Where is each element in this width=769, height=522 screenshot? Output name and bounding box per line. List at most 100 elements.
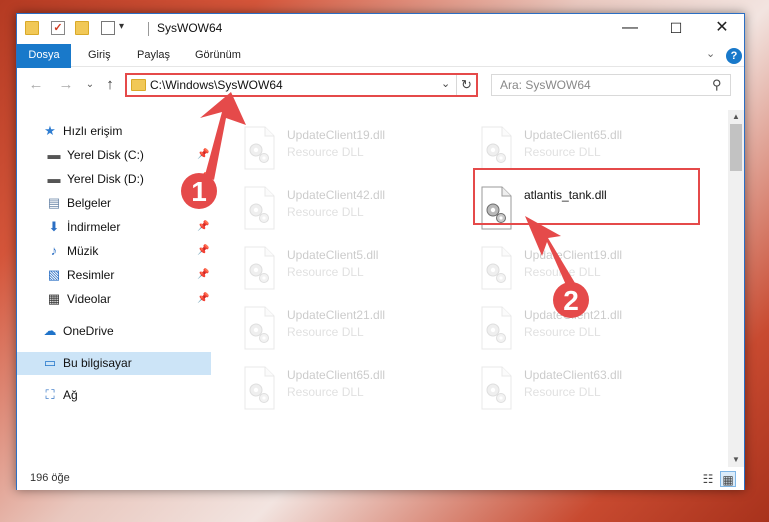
sidebar-item[interactable]: ♪ Müzik 📌 <box>17 240 211 263</box>
minimize-button[interactable]: — <box>607 14 653 44</box>
sidebar-item-icon: ▭ <box>43 355 57 370</box>
file-item[interactable]: UpdateClient5.dll Resource DLL <box>241 244 471 294</box>
sidebar-item-label: Resimler <box>67 268 115 282</box>
title-bar: ✓ ▾ SysWOW64 — ☐ ✕ <box>17 14 744 44</box>
sidebar-item[interactable]: ▬ Yerel Disk (C:) 📌 <box>17 144 211 167</box>
customize-toolbar-icon[interactable] <box>101 21 115 35</box>
sidebar-item[interactable]: ▬ Yerel Disk (D:) 📌 <box>17 168 211 191</box>
tab-share[interactable]: Paylaş <box>137 44 170 67</box>
sidebar-item[interactable]: ▤ Belgeler 📌 <box>17 192 211 215</box>
tab-home[interactable]: Giriş <box>88 44 111 67</box>
properties-check-icon[interactable]: ✓ <box>51 21 65 35</box>
file-type: Resource DLL <box>287 385 364 399</box>
address-path[interactable]: C:\Windows\SysWOW64 <box>150 78 283 92</box>
forward-button[interactable]: → <box>57 76 75 94</box>
search-input[interactable]: Ara: SysWOW64 ⚲ <box>491 74 731 96</box>
sidebar-item[interactable]: ▭ Bu bilgisayar <box>17 352 211 375</box>
recent-locations-icon[interactable]: ⌄ <box>81 76 99 94</box>
pin-icon[interactable]: 📌 <box>197 293 209 304</box>
details-view-icon[interactable]: ☷ <box>700 471 716 487</box>
file-type: Resource DLL <box>287 265 364 279</box>
back-button[interactable]: ← <box>27 76 45 94</box>
file-name: UpdateClient63.dll <box>524 368 623 382</box>
file-type: Resource DLL <box>524 265 601 279</box>
help-button[interactable]: ? <box>726 48 742 64</box>
folder-icon <box>131 79 146 91</box>
scroll-thumb[interactable] <box>730 124 742 171</box>
ribbon-tabs: Dosya Giriş Paylaş Görünüm ⌄ ? <box>17 44 744 94</box>
pin-icon[interactable]: 📌 <box>197 173 209 184</box>
scroll-up-icon[interactable]: ▲ <box>728 110 744 124</box>
sidebar-item[interactable]: ▧ Resimler 📌 <box>17 264 211 287</box>
file-type: Resource DLL <box>524 145 601 159</box>
title-separator <box>148 22 149 36</box>
sidebar-item[interactable]: ▦ Videolar 📌 <box>17 288 211 311</box>
file-type: Resource DLL <box>287 325 364 339</box>
dll-file-icon <box>481 246 512 290</box>
explorer-window: ✓ ▾ SysWOW64 — ☐ ✕ Dosya Giriş Paylaş Gö… <box>16 13 745 490</box>
search-icon[interactable]: ⚲ <box>712 77 722 93</box>
dll-file-icon <box>244 126 275 170</box>
sidebar-item-icon: ☁ <box>43 323 57 338</box>
sidebar-item-label: Müzik <box>67 244 99 258</box>
file-name: UpdateClient65.dll <box>524 128 623 142</box>
pin-icon[interactable]: 📌 <box>197 269 209 280</box>
sidebar-item-label: Yerel Disk (D:) <box>67 172 144 186</box>
file-item[interactable]: UpdateClient65.dll Resource DLL <box>478 124 708 174</box>
file-name: UpdateClient19.dll <box>287 128 386 142</box>
pin-icon[interactable]: 📌 <box>197 197 209 208</box>
dll-file-icon <box>481 306 512 350</box>
file-item[interactable]: UpdateClient19.dll Resource DLL <box>478 244 708 294</box>
sidebar-item-icon: ▦ <box>47 291 61 306</box>
sidebar-item-icon: ▬ <box>47 171 61 186</box>
file-item[interactable]: UpdateClient63.dll Resource DLL <box>478 364 708 414</box>
sidebar-item[interactable]: ⛶ Ağ <box>17 384 211 407</box>
large-icons-view-icon[interactable]: ▦ <box>720 471 736 487</box>
qat-dropdown-icon[interactable]: ▾ <box>119 21 133 35</box>
sidebar-item-icon: ▧ <box>47 267 61 282</box>
file-item[interactable]: UpdateClient42.dll Resource DLL <box>241 184 471 234</box>
file-list: UpdateClient19.dll Resource DLL UpdateClie… <box>217 110 727 465</box>
file-name: UpdateClient65.dll <box>287 368 386 382</box>
search-placeholder: Ara: SysWOW64 <box>500 78 591 92</box>
pin-icon[interactable]: 📌 <box>197 221 209 232</box>
file-item[interactable]: UpdateClient21.dll Resource DLL <box>478 304 708 354</box>
file-type: Resource DLL <box>287 205 364 219</box>
file-name: UpdateClient19.dll <box>524 248 623 262</box>
dll-file-icon <box>244 366 275 410</box>
close-button[interactable]: ✕ <box>699 14 745 44</box>
sidebar-item-icon: ♪ <box>50 243 58 258</box>
address-dropdown-icon[interactable]: ⌄ <box>441 77 450 90</box>
vertical-scrollbar[interactable]: ▲ ▼ <box>728 110 744 467</box>
dll-file-icon <box>244 306 275 350</box>
file-name: UpdateClient5.dll <box>287 248 379 262</box>
address-bar[interactable]: C:\Windows\SysWOW64 ⌄ ↻ <box>125 73 478 97</box>
dll-file-icon <box>244 186 275 230</box>
sidebar-item-label: Yerel Disk (C:) <box>67 148 144 162</box>
scroll-down-icon[interactable]: ▼ <box>728 453 744 467</box>
maximize-button[interactable]: ☐ <box>653 14 699 44</box>
dll-file-icon <box>244 246 275 290</box>
file-item[interactable]: UpdateClient65.dll Resource DLL <box>241 364 471 414</box>
sidebar-item[interactable]: ⬇ İndirmeler 📌 <box>17 216 211 239</box>
new-folder-icon[interactable] <box>75 21 89 35</box>
sidebar-item-label: Videolar <box>67 292 111 306</box>
file-item[interactable]: UpdateClient21.dll Resource DLL <box>241 304 471 354</box>
sidebar-item-label: Bu bilgisayar <box>63 356 132 370</box>
selected-file-highlight <box>473 168 700 225</box>
dll-file-icon <box>481 126 512 170</box>
file-item[interactable]: UpdateClient19.dll Resource DLL <box>241 124 471 174</box>
pin-icon[interactable]: 📌 <box>197 149 209 160</box>
sidebar-item-icon: ▬ <box>47 147 61 162</box>
ribbon-collapse-icon[interactable]: ⌄ <box>706 47 715 60</box>
refresh-icon[interactable]: ↻ <box>456 75 476 95</box>
window-title: SysWOW64 <box>157 21 223 35</box>
tab-view[interactable]: Görünüm <box>195 44 241 67</box>
folder-icon <box>25 21 39 35</box>
sidebar-item[interactable]: ☁ OneDrive <box>17 320 211 343</box>
sidebar-item-label: İndirmeler <box>67 220 121 234</box>
up-button[interactable]: ↑ <box>101 76 119 94</box>
sidebar-item[interactable]: ★ Hızlı erişim <box>17 120 211 143</box>
pin-icon[interactable]: 📌 <box>197 245 209 256</box>
dll-file-icon <box>481 366 512 410</box>
